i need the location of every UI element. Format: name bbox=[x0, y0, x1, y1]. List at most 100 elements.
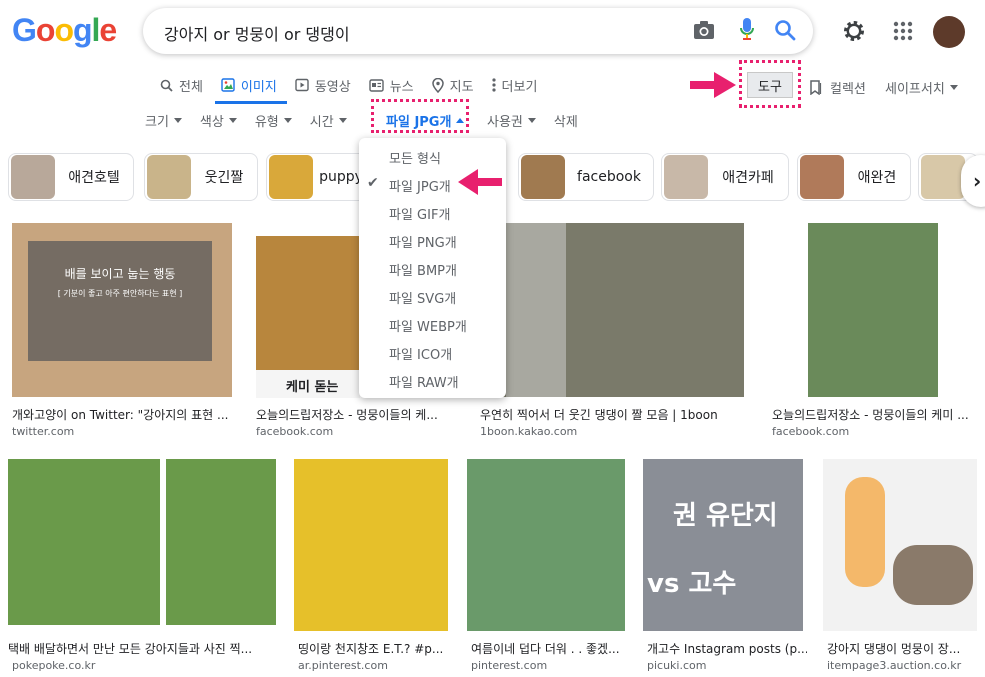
safesearch-dropdown[interactable]: 세이프서치 bbox=[885, 78, 958, 97]
tab-label: 뉴스 bbox=[389, 79, 414, 95]
map-pin-icon bbox=[431, 77, 444, 93]
mic-icon[interactable] bbox=[733, 14, 761, 44]
menu-item-svg[interactable]: 파일 SVG개 bbox=[389, 288, 456, 307]
tab-images[interactable]: 이미지 bbox=[214, 74, 287, 104]
menu-item-gif[interactable]: 파일 GIF개 bbox=[389, 204, 450, 223]
image-shape bbox=[506, 223, 566, 397]
result-image: 케미 돋는 bbox=[256, 236, 360, 398]
logo-letter: l bbox=[91, 12, 101, 48]
chip[interactable]: 웃긴짤 bbox=[144, 153, 258, 201]
chevron-down-icon bbox=[173, 117, 182, 123]
result-image bbox=[294, 459, 448, 631]
tab-all[interactable]: 전체 bbox=[160, 74, 203, 96]
chip-thumbnail bbox=[664, 155, 708, 199]
chevron-down-icon bbox=[228, 117, 237, 123]
chip[interactable]: 애견카페 bbox=[661, 153, 789, 201]
chevron-up-icon bbox=[456, 118, 465, 123]
chip[interactable]: 애완견 bbox=[797, 153, 911, 201]
filter-time[interactable]: 시간 bbox=[309, 111, 347, 130]
chip[interactable]: 애견호텔 bbox=[8, 153, 134, 201]
menu-item-png[interactable]: 파일 PNG개 bbox=[389, 232, 457, 251]
image-text: vs 고수 bbox=[647, 569, 737, 599]
video-icon bbox=[295, 78, 309, 92]
collection-label: 컬렉션 bbox=[830, 82, 866, 97]
tools-button[interactable]: 도구 bbox=[747, 72, 793, 98]
result-source: pinterest.com bbox=[471, 659, 548, 672]
menu-item-any[interactable]: 모든 형식 bbox=[389, 148, 441, 167]
apps-icon[interactable] bbox=[893, 21, 913, 41]
result-title[interactable]: 강아지 댕댕이 멍뭉이 장... bbox=[827, 640, 977, 657]
result-title[interactable]: 오늘의드립저장소 - 멍뭉이들의 케미 ... bbox=[772, 406, 976, 423]
result-title[interactable]: 개와고양이 on Twitter: "강아지의 표현 ... bbox=[12, 406, 232, 423]
result-source: facebook.com bbox=[256, 425, 334, 438]
menu-item-jpg[interactable]: 파일 JPG개 bbox=[389, 176, 451, 195]
chip-thumbnail bbox=[521, 155, 565, 199]
result-title[interactable]: 우연히 찍어서 더 웃긴 댕댕이 짤 모음 | 1boon bbox=[480, 406, 744, 423]
filter-label: 삭제 bbox=[553, 115, 578, 130]
chip[interactable]: facebook bbox=[518, 153, 654, 201]
menu-item-bmp[interactable]: 파일 BMP개 bbox=[389, 260, 457, 279]
chip-thumbnail bbox=[269, 155, 313, 199]
search-icon[interactable] bbox=[771, 16, 799, 44]
filter-label: 시간 bbox=[309, 114, 334, 130]
filter-color[interactable]: 색상 bbox=[199, 111, 237, 130]
tab-more[interactable]: 더보기 bbox=[491, 74, 537, 96]
search-tabs: 전체 이미지 동영상 뉴스 지도 더보기 bbox=[160, 74, 555, 104]
avatar[interactable] bbox=[933, 16, 965, 48]
tools-highlight: 도구 bbox=[739, 60, 801, 108]
annotation-arrow-icon bbox=[690, 72, 736, 102]
result-title[interactable]: 여름이네 덥다 더워 . . 좋겠... bbox=[471, 640, 629, 657]
filter-label: 색상 bbox=[199, 114, 224, 130]
chip-label: 애완견 bbox=[857, 170, 897, 186]
menu-item-webp[interactable]: 파일 WEBP개 bbox=[389, 316, 467, 335]
overlay-subtitle: [ 기분이 좋고 아주 편안하다는 표현 ] bbox=[57, 289, 183, 298]
chevron-down-icon bbox=[283, 117, 292, 123]
chip-thumbnail bbox=[147, 155, 191, 199]
result-title[interactable]: 개고수 Instagram posts (p... bbox=[647, 640, 807, 657]
tab-label: 이미지 bbox=[240, 79, 277, 95]
gear-icon[interactable] bbox=[841, 18, 867, 44]
image-shape bbox=[893, 545, 973, 605]
image-shape bbox=[845, 477, 885, 587]
result-title[interactable]: 택배 배달하면서 만난 모든 강아지들과 사진 찍... bbox=[8, 640, 270, 657]
news-icon bbox=[369, 78, 384, 92]
collection-link[interactable]: 컬렉션 bbox=[810, 78, 866, 97]
chip-label: 웃긴짤 bbox=[204, 170, 244, 186]
filter-filetype[interactable]: 파일 JPG개 bbox=[386, 111, 465, 130]
result-image bbox=[808, 223, 938, 397]
chip-label: facebook bbox=[577, 169, 641, 185]
filter-size[interactable]: 크기 bbox=[145, 111, 182, 130]
chip-thumbnail bbox=[800, 155, 844, 199]
safesearch-label: 세이프서치 bbox=[885, 82, 945, 97]
google-logo[interactable]: Google bbox=[12, 12, 117, 49]
chip[interactable]: puppy bbox=[266, 153, 370, 201]
result-source: ar.pinterest.com bbox=[298, 659, 388, 672]
chips-next-button[interactable]: › bbox=[961, 155, 985, 207]
result-source: twitter.com bbox=[12, 425, 75, 438]
tab-maps[interactable]: 지도 bbox=[431, 74, 474, 96]
filter-type[interactable]: 유형 bbox=[254, 111, 292, 130]
camera-icon[interactable] bbox=[690, 16, 718, 44]
chip-thumbnail bbox=[921, 155, 965, 199]
result-source: facebook.com bbox=[772, 425, 850, 438]
tab-videos[interactable]: 동영상 bbox=[295, 74, 351, 96]
chip-label: 애견카페 bbox=[722, 170, 774, 186]
filter-clear[interactable]: 삭제 bbox=[554, 111, 578, 130]
tab-label: 동영상 bbox=[314, 79, 351, 95]
result-image bbox=[8, 459, 276, 625]
result-image bbox=[467, 459, 625, 631]
result-image bbox=[823, 459, 977, 631]
result-title[interactable]: 띵이랑 천지창조 E.T.? #p... bbox=[298, 640, 452, 657]
tab-news[interactable]: 뉴스 bbox=[369, 74, 414, 96]
chevron-down-icon bbox=[949, 85, 958, 90]
search-input[interactable]: 강아지 or 멍뭉이 or 댕댕이 bbox=[164, 21, 350, 45]
menu-item-ico[interactable]: 파일 ICO개 bbox=[389, 344, 452, 363]
logo-letter: e bbox=[99, 12, 117, 48]
filter-label: 크기 bbox=[145, 114, 169, 130]
menu-item-raw[interactable]: 파일 RAW개 bbox=[389, 372, 459, 391]
filter-label: 유형 bbox=[254, 114, 279, 130]
filter-rights[interactable]: 사용권 bbox=[487, 111, 536, 130]
annotation-arrow-icon bbox=[458, 169, 502, 199]
tool-filters: 크기 색상 유형 시간 bbox=[145, 111, 365, 130]
result-title[interactable]: 오늘의드립저장소 - 멍뭉이들의 케... bbox=[256, 406, 456, 423]
